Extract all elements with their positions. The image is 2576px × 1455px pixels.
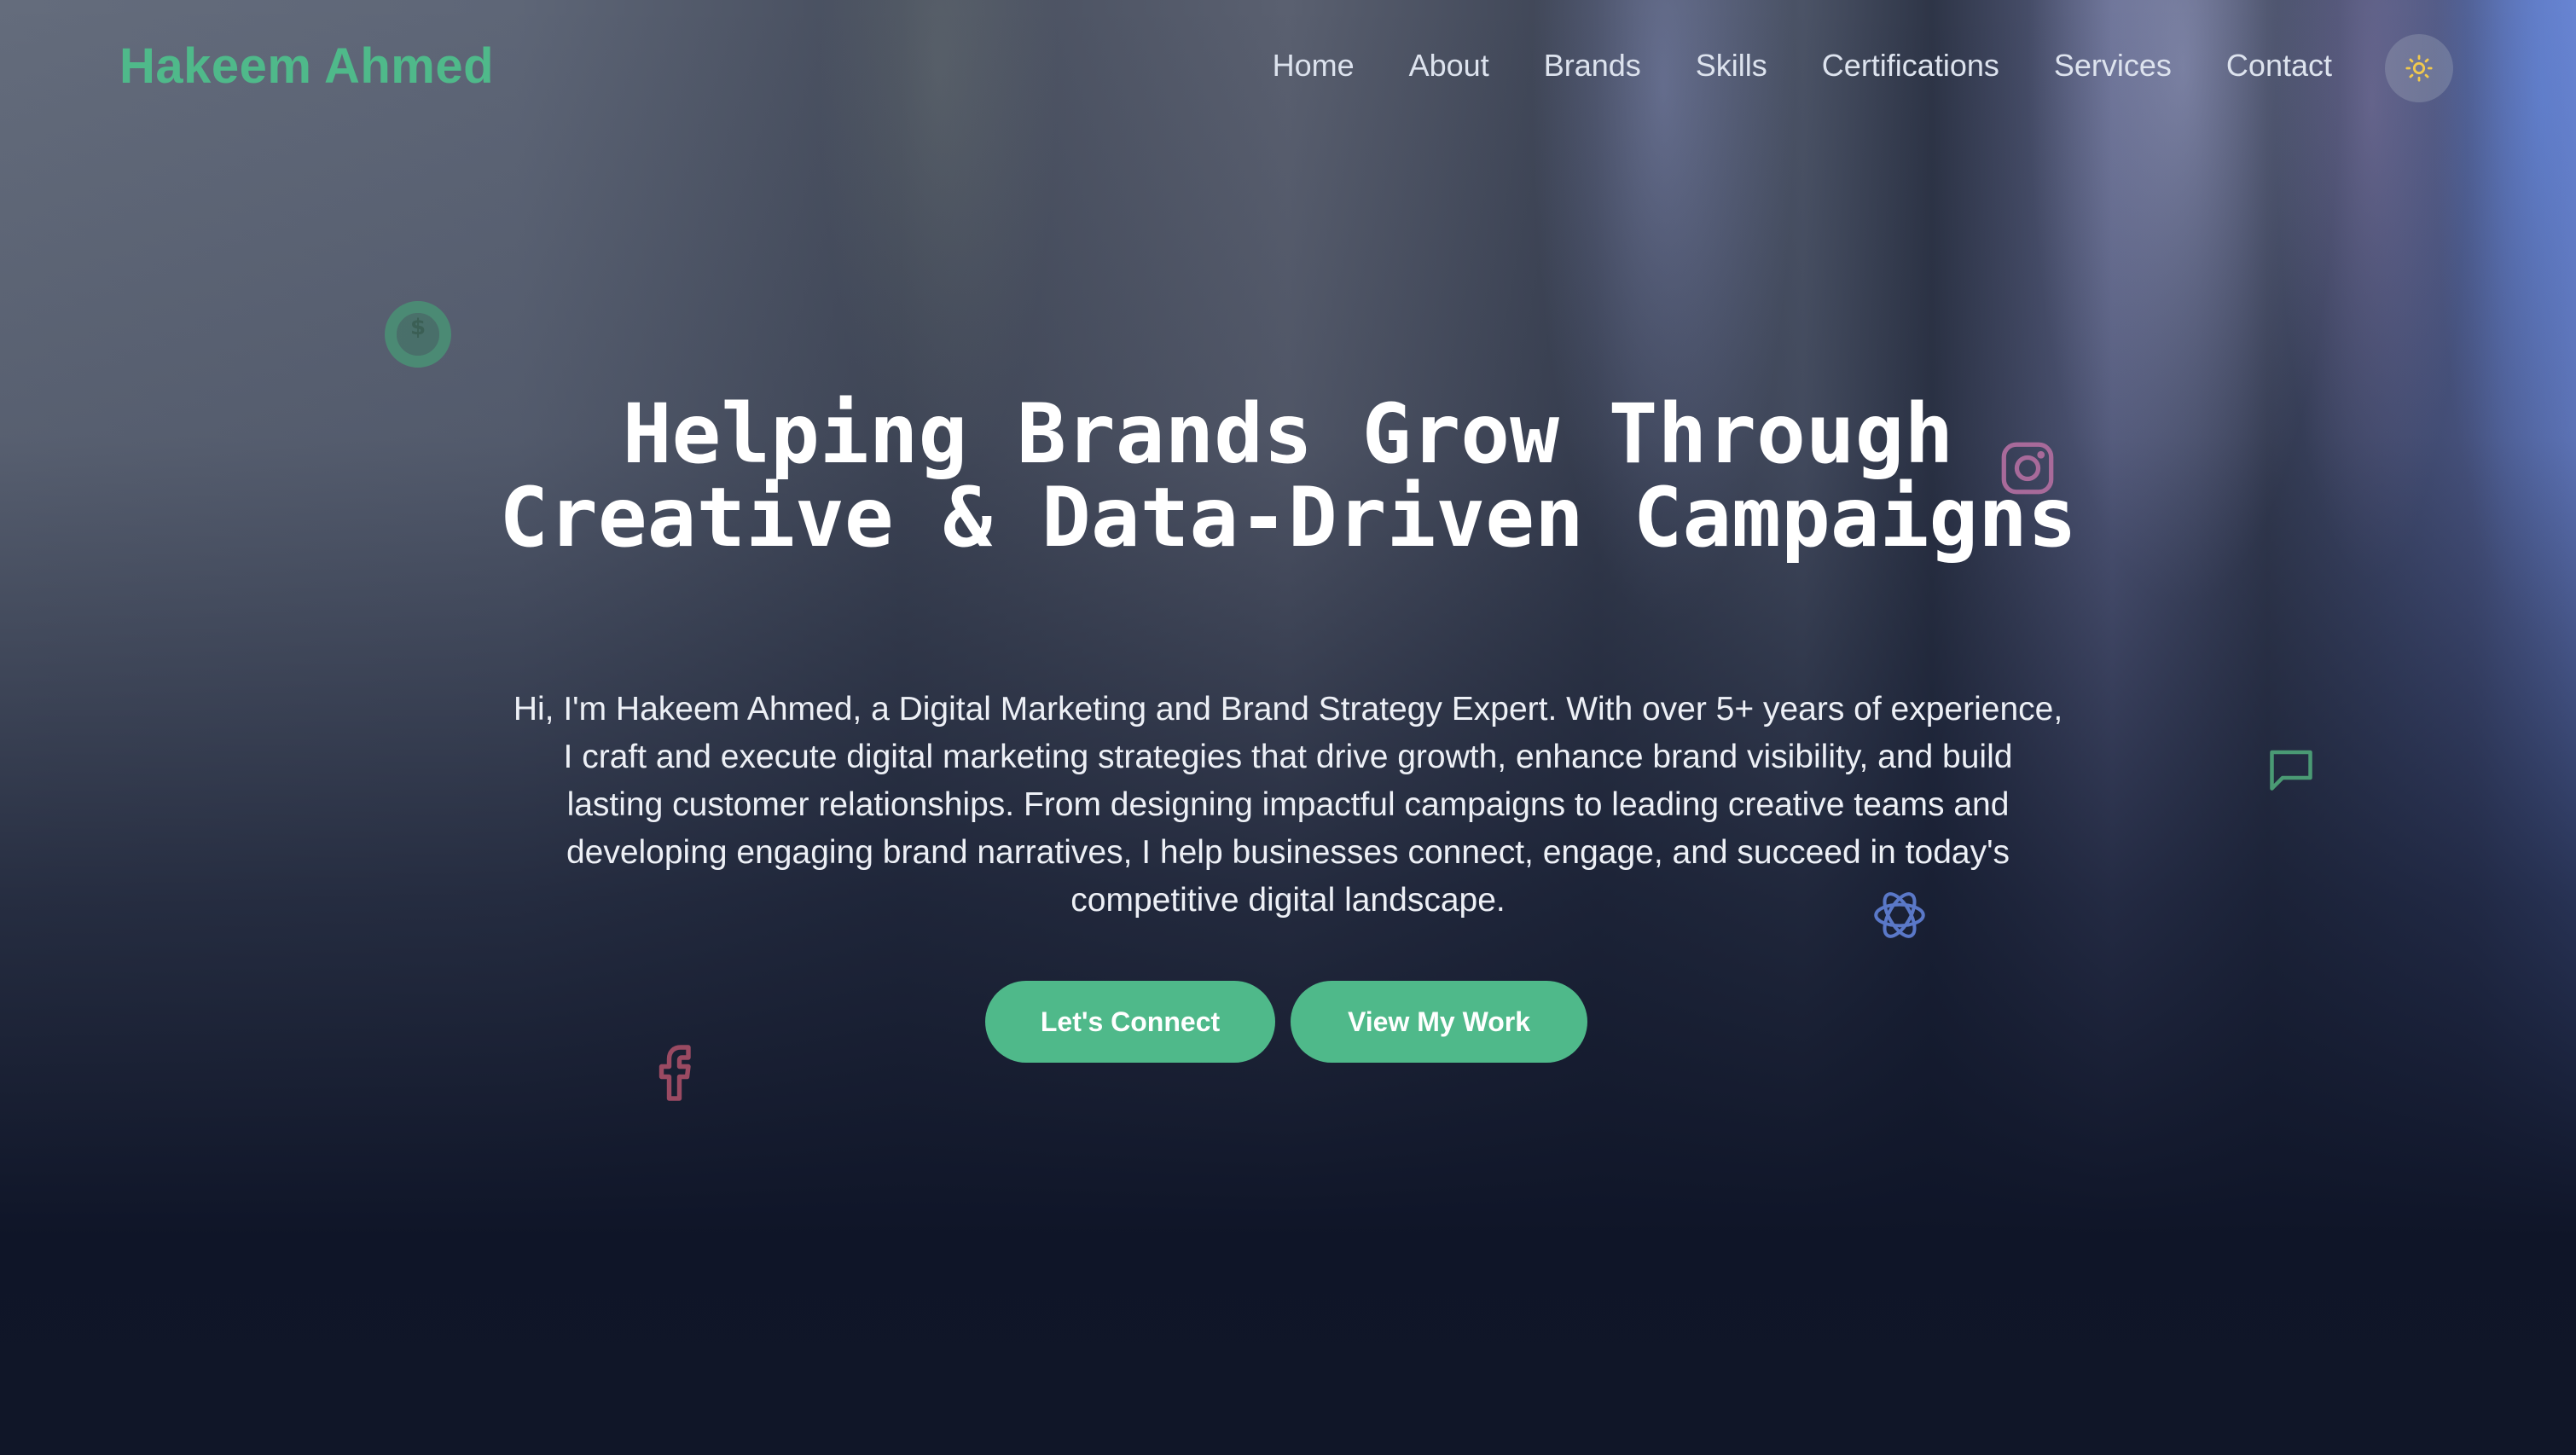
- nav-item-services[interactable]: Services: [2054, 48, 2172, 84]
- nav-item-home[interactable]: Home: [1273, 48, 1355, 84]
- openai-icon: [1874, 892, 1925, 938]
- svg-text:$: $: [410, 315, 426, 340]
- brand-logo[interactable]: Hakeem Ahmed: [119, 38, 494, 95]
- top-navbar: Hakeem Ahmed Home About Brands Skills Ce…: [0, 0, 2576, 136]
- nav-item-contact[interactable]: Contact: [2226, 48, 2332, 84]
- facebook-icon: [659, 1045, 691, 1101]
- view-my-work-button[interactable]: View My Work: [1291, 981, 1587, 1063]
- hero-title: Helping Brands Grow Through Creative & D…: [499, 386, 2077, 565]
- nav-item-skills[interactable]: Skills: [1696, 48, 1767, 84]
- chat-icon: [2270, 750, 2312, 791]
- nav-item-certifications[interactable]: Certifications: [1822, 48, 1999, 84]
- nav-item-brands[interactable]: Brands: [1544, 48, 1641, 84]
- nav-item-about[interactable]: About: [1409, 48, 1489, 84]
- dollar-icon: $: [385, 301, 451, 368]
- lets-connect-button[interactable]: Let's Connect: [985, 981, 1275, 1063]
- nav-links: Home About Brands Skills Certifications …: [1273, 48, 2332, 84]
- theme-toggle-button[interactable]: [2385, 34, 2453, 102]
- instagram-icon: [2001, 442, 2054, 495]
- hero-description: Hi, I'm Hakeem Ahmed, a Digital Marketin…: [513, 691, 2063, 919]
- sun-icon: [2405, 55, 2433, 82]
